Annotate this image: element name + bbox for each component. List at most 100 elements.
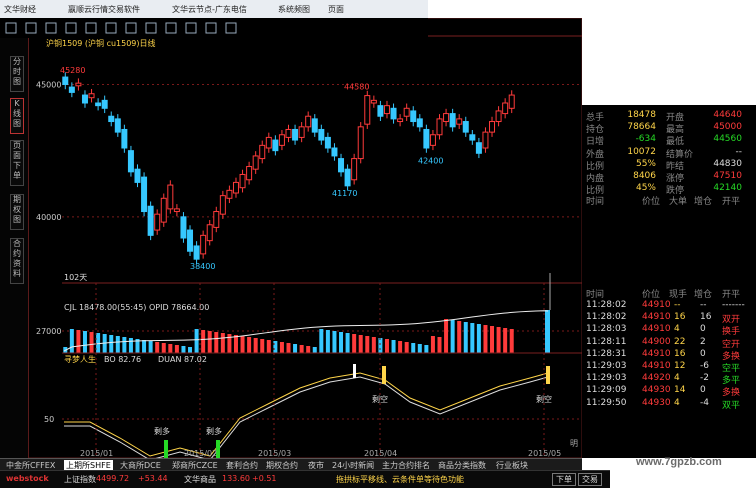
signal-marker [164, 440, 168, 458]
kline-chart-svg[interactable]: 沪铜1509 (沪铜 cu1509)日线 45000 40000 45280 44580… [0, 18, 582, 458]
grid-icon[interactable] [105, 22, 117, 34]
tick-price: 44900 [642, 336, 671, 347]
tab-order-page[interactable]: 页面下单 [10, 140, 24, 186]
trade-button[interactable]: 交易 [578, 473, 602, 486]
tick-vol: 4 [674, 397, 680, 408]
refresh-icon[interactable] [25, 22, 37, 34]
candle-body [357, 126, 364, 160]
tick-price: 44910 [642, 312, 671, 323]
volume-bar [188, 347, 193, 353]
left-tabbar: 分时图 K线图 页面下单 期权图 合约资料 [0, 38, 29, 458]
volume-bar [306, 346, 311, 353]
candle-body [259, 144, 266, 160]
index1-label: 上证指数 [64, 475, 96, 484]
volume-bar [76, 330, 81, 353]
volume-bar [319, 329, 324, 353]
tick-time: 11:29:03 [586, 373, 627, 384]
tab-options[interactable]: 期权图 [10, 194, 24, 230]
indicator-line-duan [64, 376, 549, 458]
volume-bar [82, 331, 87, 353]
right-edge-label: 明 [570, 439, 578, 448]
volume-bar [293, 344, 298, 353]
volume-axis-label: 27000 [36, 327, 61, 336]
tab-kline[interactable]: K线图 [10, 98, 24, 134]
volume-bar [299, 345, 304, 353]
layout-icon[interactable] [45, 22, 57, 34]
quote-value: 47510 [713, 171, 742, 181]
ticks-header-time: 时间 [586, 290, 605, 300]
candle-body [62, 76, 69, 85]
toolbar-icons [5, 22, 237, 34]
volume-bar [457, 321, 462, 353]
volume-bar [233, 335, 238, 353]
menu-system[interactable]: 系统频图 [278, 4, 310, 15]
candle-body [429, 134, 436, 146]
chart-area[interactable]: 沪铜1509 (沪铜 cu1509)日线 45000 40000 45280 44580… [0, 18, 582, 458]
candle-body [443, 113, 450, 123]
volume-bar [509, 329, 514, 353]
candle-body [200, 234, 207, 255]
menu-page[interactable]: 页面 [328, 4, 344, 15]
home-icon[interactable] [5, 22, 17, 34]
volume-bar [496, 327, 501, 353]
print-icon[interactable] [205, 22, 217, 34]
volume-bar [424, 345, 429, 353]
volume-bar [286, 343, 291, 353]
candle-body [331, 147, 338, 157]
tick-price: 44920 [642, 373, 671, 384]
tick-price: 44910 [642, 300, 671, 310]
candle-body [134, 168, 141, 183]
webstock-logo: webstock [6, 474, 49, 483]
volume-bar [174, 345, 179, 353]
zoom-icon[interactable] [225, 22, 237, 34]
toolbar [0, 18, 428, 38]
list-icon[interactable] [85, 22, 97, 34]
tick-vol: -- [674, 300, 681, 310]
volume-bar [89, 332, 94, 353]
candle-body [469, 134, 476, 141]
help-icon[interactable] [185, 22, 197, 34]
blank-area [582, 0, 756, 105]
candle-body [436, 118, 443, 136]
order-button[interactable]: 下单 [552, 473, 576, 486]
tick-vol: 14 [674, 385, 686, 396]
quote-value: 8406 [633, 171, 656, 181]
signal-label: 剩多 [206, 426, 222, 436]
candle-body [81, 94, 88, 104]
tab-timeshare[interactable]: 分时图 [10, 56, 24, 92]
candle-body [206, 224, 213, 242]
app-title: 文华财经 [4, 5, 36, 14]
order-icon[interactable] [125, 22, 137, 34]
candle-body [278, 134, 285, 146]
volume-bar [352, 334, 357, 353]
candle-body [108, 115, 115, 123]
volume-bar [312, 347, 317, 353]
candle-body [324, 136, 331, 149]
indicator-bo: BO 82.76 [104, 355, 141, 364]
volume-bar [437, 337, 442, 353]
volume-bar [109, 335, 114, 353]
volume-bar [404, 342, 409, 353]
tab-contract-info[interactable]: 合约资料 [10, 238, 24, 284]
quote-value: 44640 [713, 110, 742, 120]
tick-add: 0 [700, 385, 706, 396]
quote-label: 昨结 [666, 161, 685, 172]
volume-bar [325, 330, 330, 353]
volume-bar [417, 344, 422, 353]
settings-icon[interactable] [165, 22, 177, 34]
volume-bar [128, 338, 133, 353]
quote-panel: 总手 18478 开盘 44640 持仓 78664 最高 45000 日增 -634 最低 4456… [582, 105, 756, 458]
tick-add: -4 [700, 397, 709, 408]
news-icon[interactable] [145, 22, 157, 34]
tick-price: 44910 [642, 361, 671, 371]
candle-body [167, 184, 174, 210]
candle-body [114, 118, 121, 133]
volume-bar [345, 333, 350, 353]
chart-icon[interactable] [65, 22, 77, 34]
indicator-name: 寻梦人生 [64, 354, 96, 364]
candle-body [318, 128, 325, 141]
index2-change: +0.51 [252, 474, 277, 483]
candle-body [351, 158, 358, 181]
candle-body [489, 121, 496, 133]
quote-label: 比例 [586, 161, 605, 172]
